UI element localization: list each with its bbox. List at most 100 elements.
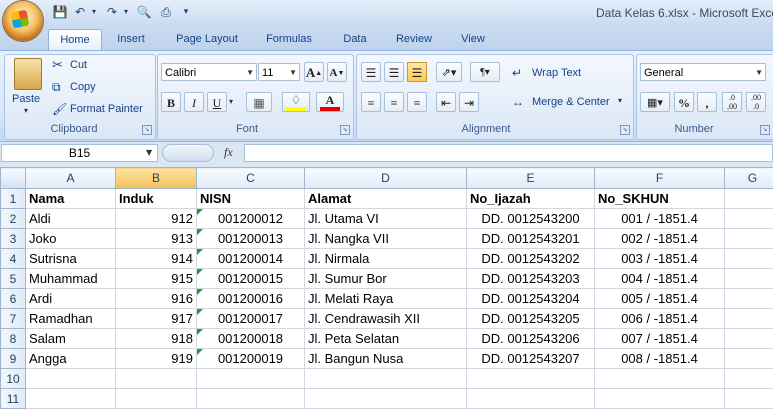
tab-review[interactable]: Review <box>390 29 438 50</box>
row-header[interactable]: 9 <box>1 349 26 369</box>
cell[interactable]: 912 <box>116 209 197 229</box>
row-header[interactable]: 1 <box>1 189 26 209</box>
cell[interactable]: Jl. Sumur Bor <box>305 269 467 289</box>
copy-button[interactable]: Copy <box>70 78 96 96</box>
cell[interactable]: 916 <box>116 289 197 309</box>
percent-style-icon[interactable]: % <box>674 92 694 112</box>
cell[interactable] <box>467 389 595 409</box>
orientation-icon[interactable]: ⇗▾ <box>436 62 462 82</box>
paste-dropdown-icon[interactable]: ▾ <box>24 106 28 115</box>
cell[interactable]: 002 / -1851.4 <box>595 229 725 249</box>
cell[interactable]: Induk <box>116 189 197 209</box>
print-preview-icon[interactable]: 🔍 <box>136 4 152 20</box>
column-header[interactable]: D <box>305 168 467 189</box>
quick-print-icon[interactable]: ⎙ <box>158 4 174 20</box>
decrease-decimal-icon[interactable]: .00.0 <box>746 92 766 112</box>
cell[interactable] <box>725 389 773 409</box>
tab-insert[interactable]: Insert <box>108 29 154 50</box>
cell[interactable] <box>725 369 773 389</box>
cell[interactable]: 006 / -1851.4 <box>595 309 725 329</box>
cell[interactable]: 007 / -1851.4 <box>595 329 725 349</box>
fill-color-icon[interactable]: ♢ <box>282 92 310 112</box>
cell[interactable]: Jl. Nangka VII <box>305 229 467 249</box>
comma-style-icon[interactable]: , <box>697 92 717 112</box>
cell[interactable]: 914 <box>116 249 197 269</box>
grow-font-icon[interactable]: A▲ <box>304 62 324 82</box>
tab-home[interactable]: Home <box>48 29 102 51</box>
text-direction-icon[interactable]: ¶▾ <box>470 62 500 82</box>
font-name-select[interactable]: Calibri▼ <box>161 63 257 81</box>
number-format-select[interactable]: General▼ <box>640 63 766 81</box>
cell[interactable]: Sutrisna <box>26 249 116 269</box>
cell[interactable]: DD. 0012543205 <box>467 309 595 329</box>
cell[interactable]: 001200016 <box>197 289 305 309</box>
cell[interactable]: Jl. Bangun Nusa <box>305 349 467 369</box>
shrink-font-icon[interactable]: A▼ <box>327 62 347 82</box>
cell[interactable] <box>725 269 773 289</box>
cell[interactable]: 001200015 <box>197 269 305 289</box>
format-painter-button[interactable]: Format Painter <box>70 100 143 118</box>
cell[interactable]: 001200017 <box>197 309 305 329</box>
select-all-button[interactable] <box>1 168 26 189</box>
merge-center-button[interactable]: Merge & Center <box>532 93 610 111</box>
cell[interactable]: Ardi <box>26 289 116 309</box>
cell[interactable] <box>26 389 116 409</box>
cell[interactable]: Nama <box>26 189 116 209</box>
align-middle-icon[interactable]: ☰ <box>384 62 404 82</box>
tab-data[interactable]: Data <box>336 29 374 50</box>
cell[interactable] <box>725 209 773 229</box>
font-color-icon[interactable]: A <box>316 92 344 112</box>
cell[interactable]: Angga <box>26 349 116 369</box>
column-header[interactable]: E <box>467 168 595 189</box>
column-header-selected[interactable]: B <box>116 168 197 189</box>
cell[interactable]: 001200019 <box>197 349 305 369</box>
insert-function-button[interactable]: fx <box>224 145 233 160</box>
cell[interactable]: 913 <box>116 229 197 249</box>
merge-center-icon[interactable]: ↔ <box>512 93 524 111</box>
number-launcher-icon[interactable]: ↘ <box>760 125 770 135</box>
cell[interactable] <box>116 369 197 389</box>
undo-dropdown-icon[interactable]: ▾ <box>86 4 102 20</box>
cell[interactable]: DD. 0012543203 <box>467 269 595 289</box>
merge-center-dropdown-icon[interactable]: ▾ <box>618 96 622 105</box>
align-right-icon[interactable]: ≡ <box>407 92 427 112</box>
name-box[interactable]: B15 <box>1 144 158 162</box>
row-header[interactable]: 8 <box>1 329 26 349</box>
cell[interactable] <box>725 329 773 349</box>
cell[interactable]: 919 <box>116 349 197 369</box>
cell[interactable]: 001200014 <box>197 249 305 269</box>
tab-view[interactable]: View <box>454 29 492 50</box>
cell[interactable] <box>116 389 197 409</box>
redo-dropdown-icon[interactable]: ▾ <box>118 4 134 20</box>
cell[interactable]: DD. 0012543207 <box>467 349 595 369</box>
cell[interactable] <box>725 349 773 369</box>
row-header[interactable]: 2 <box>1 209 26 229</box>
cell[interactable] <box>595 389 725 409</box>
column-header[interactable]: A <box>26 168 116 189</box>
row-header[interactable]: 5 <box>1 269 26 289</box>
cell[interactable]: 001 / -1851.4 <box>595 209 725 229</box>
cell[interactable]: Jl. Melati Raya <box>305 289 467 309</box>
cell[interactable]: Jl. Peta Selatan <box>305 329 467 349</box>
cell[interactable]: 001200018 <box>197 329 305 349</box>
increase-decimal-icon[interactable]: .0.00 <box>722 92 742 112</box>
cell[interactable] <box>467 369 595 389</box>
tab-formulas[interactable]: Formulas <box>260 29 318 50</box>
row-header[interactable]: 6 <box>1 289 26 309</box>
tab-page-layout[interactable]: Page Layout <box>167 29 247 50</box>
font-size-select[interactable]: 11▼ <box>258 63 300 81</box>
increase-indent-icon[interactable]: ⇥ <box>459 92 479 112</box>
borders-icon[interactable]: ▦ <box>246 92 272 112</box>
cell[interactable]: Alamat <box>305 189 467 209</box>
name-box-dropdown-icon[interactable]: ▼ <box>146 148 152 157</box>
cell[interactable]: Ramadhan <box>26 309 116 329</box>
cell[interactable]: DD. 0012543200 <box>467 209 595 229</box>
cell[interactable]: Joko <box>26 229 116 249</box>
cell[interactable]: DD. 0012543204 <box>467 289 595 309</box>
cell[interactable]: 005 / -1851.4 <box>595 289 725 309</box>
customize-qat-icon[interactable]: ▾ <box>178 4 194 20</box>
row-header[interactable]: 11 <box>1 389 26 409</box>
cell[interactable] <box>197 389 305 409</box>
cell[interactable] <box>26 369 116 389</box>
cell[interactable]: DD. 0012543206 <box>467 329 595 349</box>
